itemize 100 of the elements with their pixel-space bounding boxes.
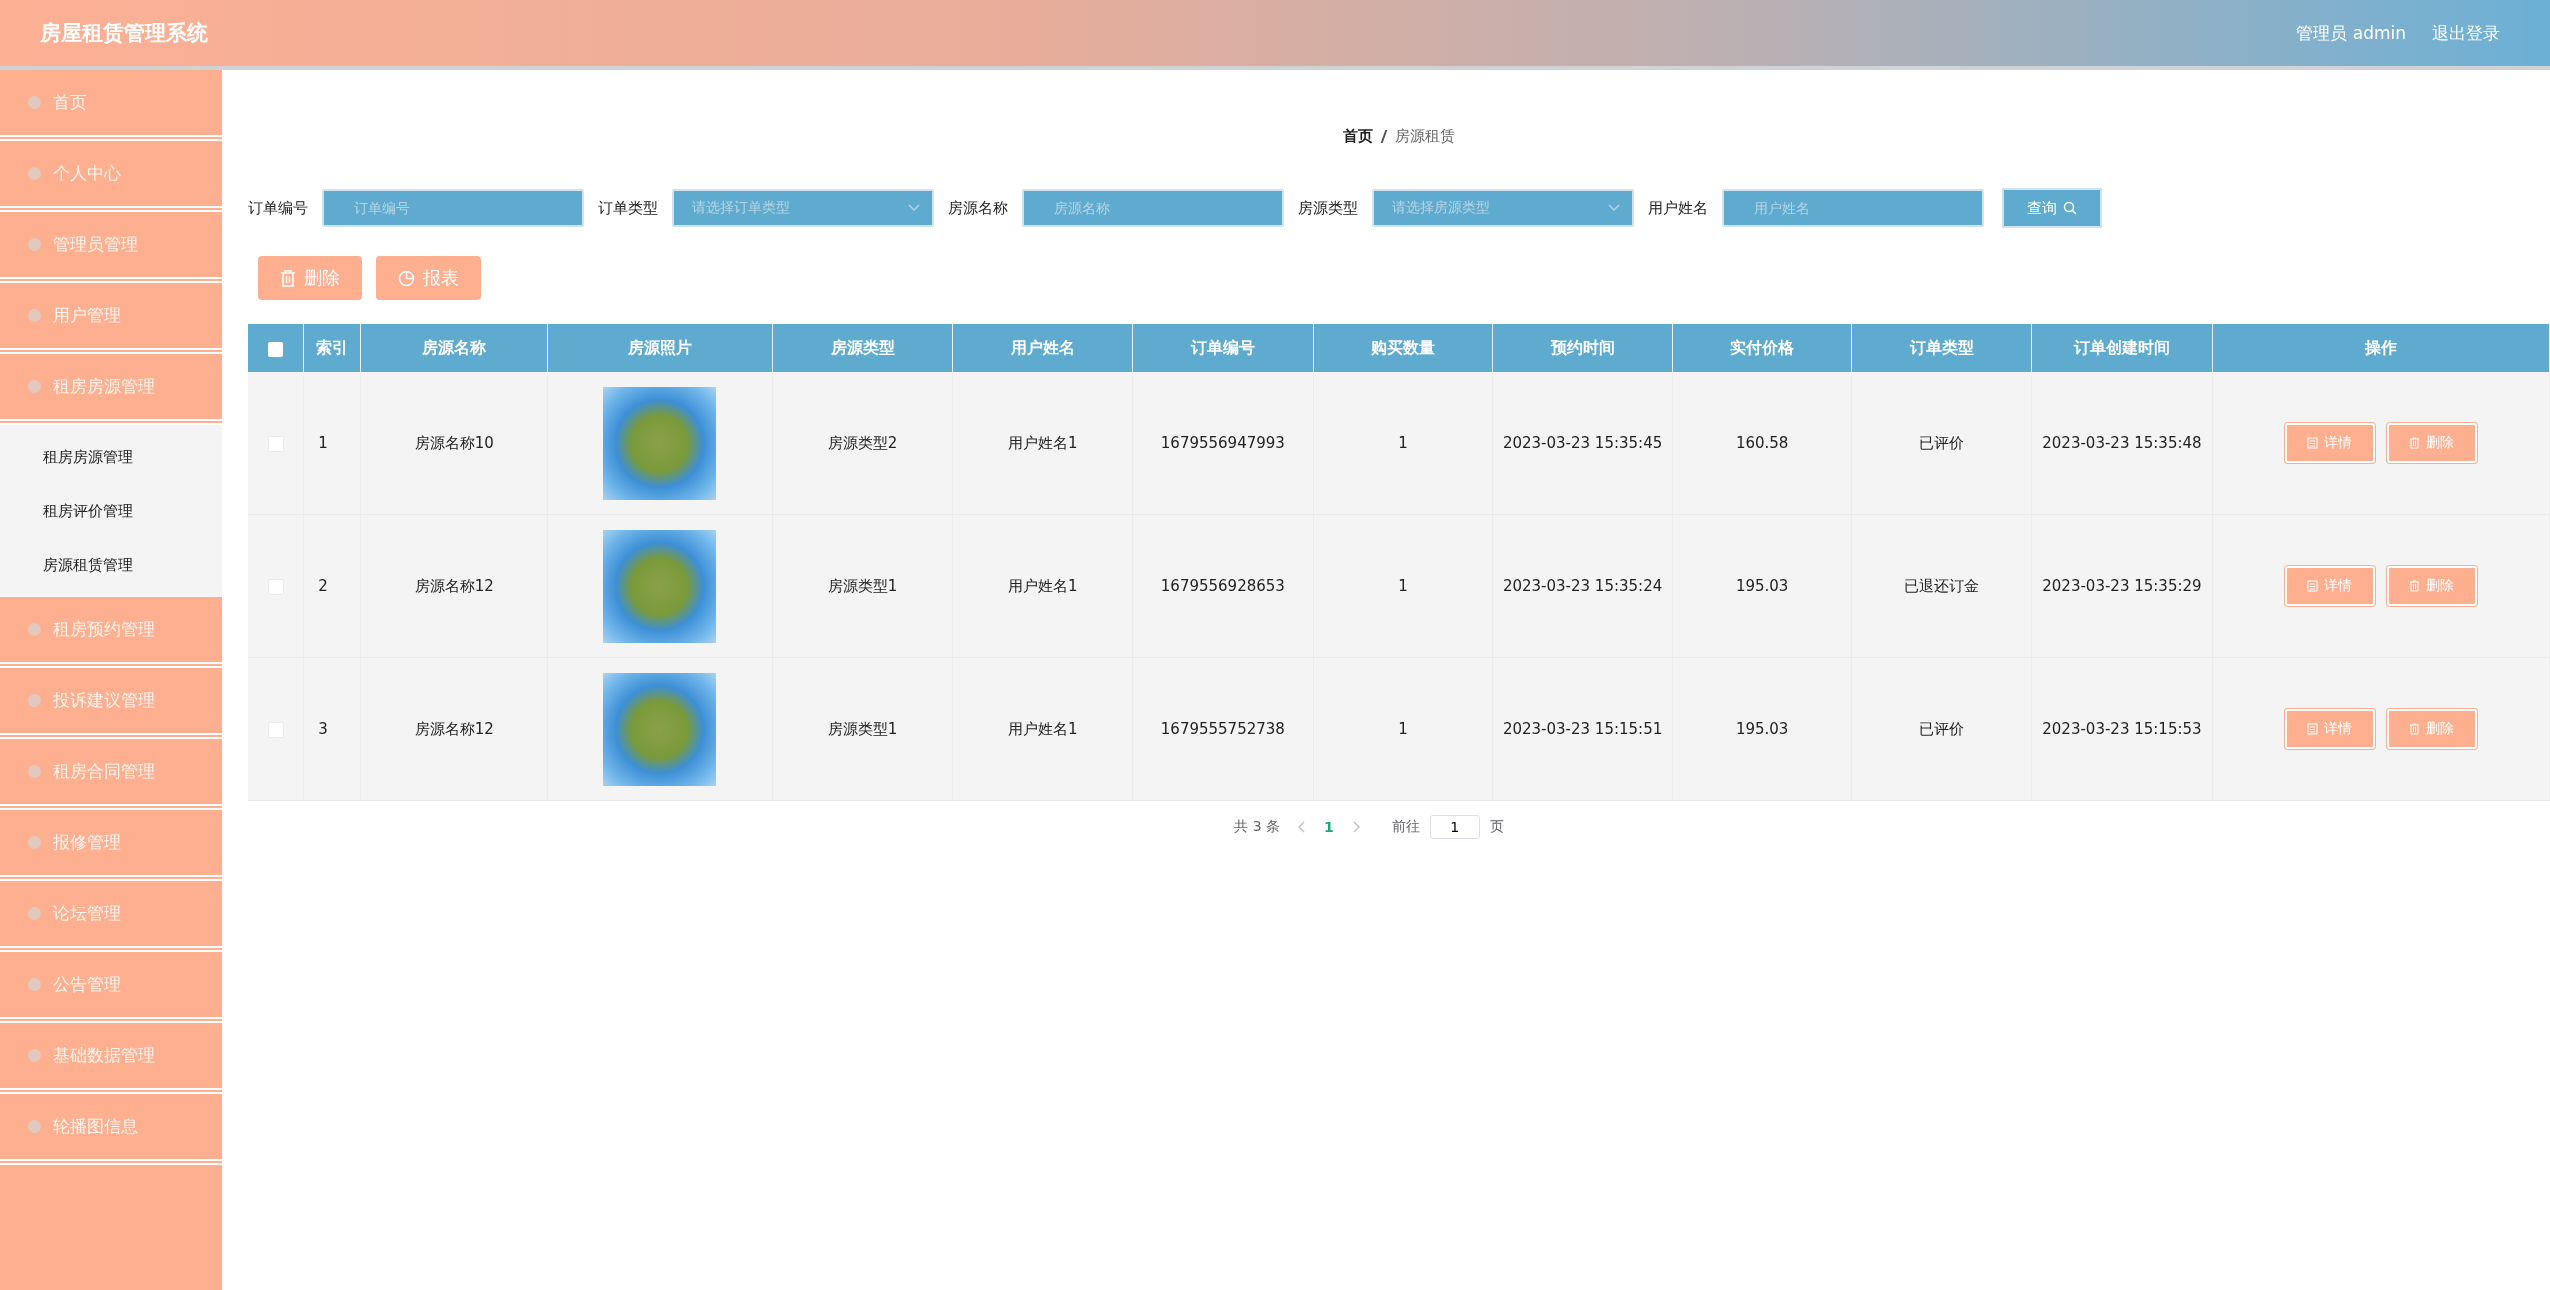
chevron-down-icon bbox=[1608, 204, 1620, 212]
column-header: 实付价格 bbox=[1672, 324, 1852, 372]
filter-label: 订单类型 bbox=[598, 198, 658, 218]
filter-input[interactable]: 房源名称 bbox=[1022, 189, 1284, 227]
menu-dot-icon bbox=[28, 907, 41, 920]
column-header: 房源类型 bbox=[772, 324, 953, 372]
table-cell: 已退还订金 bbox=[1852, 514, 2032, 658]
filter-select[interactable]: 请选择房源类型 bbox=[1372, 189, 1634, 227]
table-cell: 1 bbox=[1313, 372, 1493, 515]
filter-label: 房源名称 bbox=[948, 198, 1008, 218]
table-cell: 1 bbox=[1313, 514, 1493, 658]
page-number[interactable]: 1 bbox=[1324, 819, 1334, 835]
column-header: 购买数量 bbox=[1313, 324, 1493, 372]
submenu-item[interactable]: 房源租赁管理 bbox=[0, 538, 222, 592]
trash-icon bbox=[280, 269, 296, 287]
breadcrumb-item: 房源租赁 bbox=[1395, 126, 1455, 146]
breadcrumb-separator-icon bbox=[1380, 129, 1388, 143]
column-header: 订单创建时间 bbox=[2031, 324, 2213, 372]
report-button[interactable]: 报表 bbox=[376, 256, 481, 300]
table-cell: 2023-03-23 15:35:24 bbox=[1492, 514, 1673, 658]
delete-button[interactable]: 删除 bbox=[2386, 709, 2477, 749]
menu-dot-icon bbox=[28, 309, 41, 322]
goto-label: 前往 bbox=[1391, 818, 1420, 836]
table-cell: 房源名称10 bbox=[360, 372, 548, 515]
filter-label: 订单编号 bbox=[248, 198, 308, 218]
table-cell: 195.03 bbox=[1672, 657, 1852, 801]
select-all-checkbox[interactable] bbox=[268, 341, 284, 357]
filter-label: 用户姓名 bbox=[1648, 198, 1708, 218]
menu-dot-icon bbox=[28, 694, 41, 707]
menu-dot-icon bbox=[28, 836, 41, 849]
total-count: 共 3 条 bbox=[1234, 818, 1281, 836]
filter-label: 房源类型 bbox=[1298, 198, 1358, 218]
details-button[interactable]: 详情 bbox=[2284, 709, 2375, 749]
table-cell: 2 bbox=[303, 514, 361, 658]
delete-button[interactable]: 删除 bbox=[258, 256, 362, 300]
menu-dot-icon bbox=[28, 380, 41, 393]
app-title: 房屋租赁管理系统 bbox=[40, 20, 208, 47]
table-cell: 160.58 bbox=[1672, 372, 1852, 515]
column-header: 订单编号 bbox=[1132, 324, 1314, 372]
table-cell: 1679556928653 bbox=[1132, 514, 1314, 658]
column-header: 用户姓名 bbox=[952, 324, 1133, 372]
user-label: 管理员 admin bbox=[2296, 21, 2406, 45]
logout-link[interactable]: 退出登录 bbox=[2432, 21, 2500, 45]
table-cell: 已评价 bbox=[1852, 372, 2032, 515]
filter-input[interactable]: 用户姓名 bbox=[1722, 189, 1984, 227]
trash-icon bbox=[2409, 723, 2421, 735]
table-cell: 房源名称12 bbox=[360, 514, 548, 658]
search-icon bbox=[2063, 201, 2077, 215]
table-cell: 1 bbox=[303, 372, 361, 515]
delete-button[interactable]: 删除 bbox=[2386, 566, 2477, 606]
page-suffix: 页 bbox=[1489, 818, 1504, 836]
document-icon bbox=[2307, 437, 2319, 449]
table-cell: 房源名称12 bbox=[360, 657, 548, 801]
table-cell: 2023-03-23 15:35:29 bbox=[2031, 514, 2213, 658]
page-input[interactable]: 1 bbox=[1429, 815, 1480, 839]
table-cell: 1679555752738 bbox=[1132, 657, 1314, 801]
table-cell: 2023-03-23 15:35:48 bbox=[2031, 372, 2213, 515]
table-cell: 房源类型2 bbox=[772, 372, 953, 515]
submenu-item[interactable]: 租房房源管理 bbox=[0, 430, 222, 484]
chevron-down-icon bbox=[908, 204, 920, 212]
submenu-item[interactable]: 租房评价管理 bbox=[0, 484, 222, 538]
filter-select[interactable]: 请选择订单类型 bbox=[672, 189, 934, 227]
table-cell: 房源类型1 bbox=[772, 514, 953, 658]
trash-icon bbox=[2409, 437, 2421, 449]
table-cell: 用户姓名1 bbox=[952, 514, 1133, 658]
column-header: 索引 bbox=[303, 324, 361, 372]
table-cell: 3 bbox=[303, 657, 361, 801]
delete-button[interactable]: 删除 bbox=[2386, 423, 2477, 463]
table-cell: 2023-03-23 15:35:45 bbox=[1492, 372, 1673, 515]
search-button[interactable]: 查询 bbox=[2002, 188, 2102, 228]
table-cell: 2023-03-23 15:15:51 bbox=[1492, 657, 1673, 801]
menu-dot-icon bbox=[28, 238, 41, 251]
column-header: 操作 bbox=[2212, 324, 2550, 372]
chevron-right-icon[interactable] bbox=[1351, 821, 1360, 833]
menu-dot-icon bbox=[28, 167, 41, 180]
menu-dot-icon bbox=[28, 1049, 41, 1062]
trash-icon bbox=[2409, 580, 2421, 592]
column-header: 预约时间 bbox=[1492, 324, 1673, 372]
table-cell: 1679556947993 bbox=[1132, 372, 1314, 515]
table-cell: 房源类型1 bbox=[772, 657, 953, 801]
details-button[interactable]: 详情 bbox=[2284, 566, 2375, 606]
table-cell: 用户姓名1 bbox=[952, 372, 1133, 515]
table-cell: 已评价 bbox=[1852, 657, 2032, 801]
table-cell: 2023-03-23 15:15:53 bbox=[2031, 657, 2213, 801]
breadcrumb-item[interactable]: 首页 bbox=[1343, 126, 1373, 146]
menu-dot-icon bbox=[28, 96, 41, 109]
menu-dot-icon bbox=[28, 765, 41, 778]
document-icon bbox=[2307, 580, 2319, 592]
table-cell: 1 bbox=[1313, 657, 1493, 801]
details-button[interactable]: 详情 bbox=[2284, 423, 2375, 463]
column-header: 房源名称 bbox=[360, 324, 548, 372]
chevron-left-icon[interactable] bbox=[1298, 821, 1307, 833]
document-icon bbox=[2307, 723, 2319, 735]
menu-dot-icon bbox=[28, 1120, 41, 1133]
filter-input[interactable]: 订单编号 bbox=[322, 189, 584, 227]
menu-dot-icon bbox=[28, 978, 41, 991]
menu-dot-icon bbox=[28, 623, 41, 636]
column-header: 订单类型 bbox=[1852, 324, 2032, 372]
table-cell: 195.03 bbox=[1672, 514, 1852, 658]
pie-chart-icon bbox=[398, 269, 415, 287]
